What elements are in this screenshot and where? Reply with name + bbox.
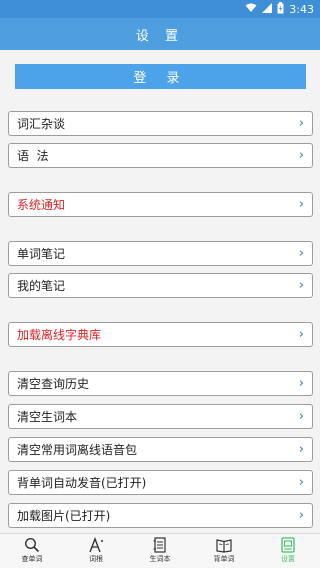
chevron-right-icon: › (298, 508, 304, 523)
notebook-icon (152, 537, 168, 553)
chevron-right-icon: › (298, 278, 304, 293)
menu-item-label: 系统通知 (17, 198, 66, 212)
menu-item-label: 清空查询历史 (17, 377, 90, 391)
page-title: 设 置 (0, 18, 320, 50)
chevron-right-icon: › (298, 116, 304, 131)
menu-item-my-notes[interactable]: 我的笔记 › (8, 273, 313, 298)
menu-item-label: 加载图片(已打开) (17, 509, 111, 523)
tab-wordbook[interactable]: 生词本 (128, 534, 192, 568)
chevron-right-icon: › (298, 197, 304, 212)
menu-item-system-notice[interactable]: 系统通知 › (8, 192, 313, 217)
tab-label: 词根 (89, 555, 103, 563)
tab-roots[interactable]: 词根 (64, 534, 128, 568)
login-button[interactable]: 登 录 (15, 64, 306, 89)
menu-item-clear-voice-pack[interactable]: 清空常用词离线语音包 › (8, 437, 313, 462)
status-bar: 3:43 (0, 0, 320, 18)
menu-item-label: 词汇杂谈 (17, 117, 66, 131)
tab-label: 查单词 (21, 555, 43, 563)
chevron-right-icon: › (298, 409, 304, 424)
menu-item-label: 清空常用词离线语音包 (17, 443, 138, 457)
chevron-right-icon: › (298, 376, 304, 391)
menu-item-label: 单词笔记 (17, 247, 66, 261)
menu-item-label: 我的笔记 (17, 279, 66, 293)
tab-label: 生词本 (149, 555, 171, 563)
chevron-right-icon: › (298, 475, 304, 490)
tab-label: 设置 (281, 555, 295, 563)
menu-item-load-offline-dictionary[interactable]: 加载离线字典库 › (8, 322, 313, 347)
bottom-tab-bar: 查单词 词根 生词本 背单词 设置 (0, 533, 320, 568)
menu-item-clear-history[interactable]: 清空查询历史 › (8, 371, 313, 396)
book-icon (216, 537, 232, 553)
status-icons: 3:43 (245, 1, 314, 17)
menu-item-grammar[interactable]: 语 法 › (8, 143, 313, 168)
menu-item-clear-wordbook[interactable]: 清空生词本 › (8, 404, 313, 429)
font-icon (88, 537, 104, 553)
tab-label: 背单词 (213, 555, 235, 563)
menu-item-label: 加载离线字典库 (17, 328, 102, 342)
battery-icon (277, 1, 284, 17)
search-icon (24, 537, 40, 553)
chevron-right-icon: › (298, 442, 304, 457)
tab-lookup[interactable]: 查单词 (0, 534, 64, 568)
tab-memorize[interactable]: 背单词 (192, 534, 256, 568)
settings-icon (280, 537, 296, 553)
menu-item-auto-pronounce[interactable]: 背单词自动发音(已打开) › (8, 470, 313, 495)
menu-item-word-notes[interactable]: 单词笔记 › (8, 241, 313, 266)
status-time: 3:43 (289, 2, 314, 16)
wifi-icon (245, 3, 257, 16)
menu-item-label: 语 法 (17, 149, 49, 163)
menu-item-label: 清空生词本 (17, 410, 78, 424)
chevron-right-icon: › (298, 327, 304, 342)
chevron-right-icon: › (298, 148, 304, 163)
menu-item-label: 背单词自动发音(已打开) (17, 476, 147, 490)
menu-item-load-images[interactable]: 加载图片(已打开) › (8, 503, 313, 528)
chevron-right-icon: › (298, 246, 304, 261)
tab-settings[interactable]: 设置 (256, 534, 320, 568)
menu-item-vocab-talk[interactable]: 词汇杂谈 › (8, 111, 313, 136)
cellular-icon (262, 2, 273, 16)
